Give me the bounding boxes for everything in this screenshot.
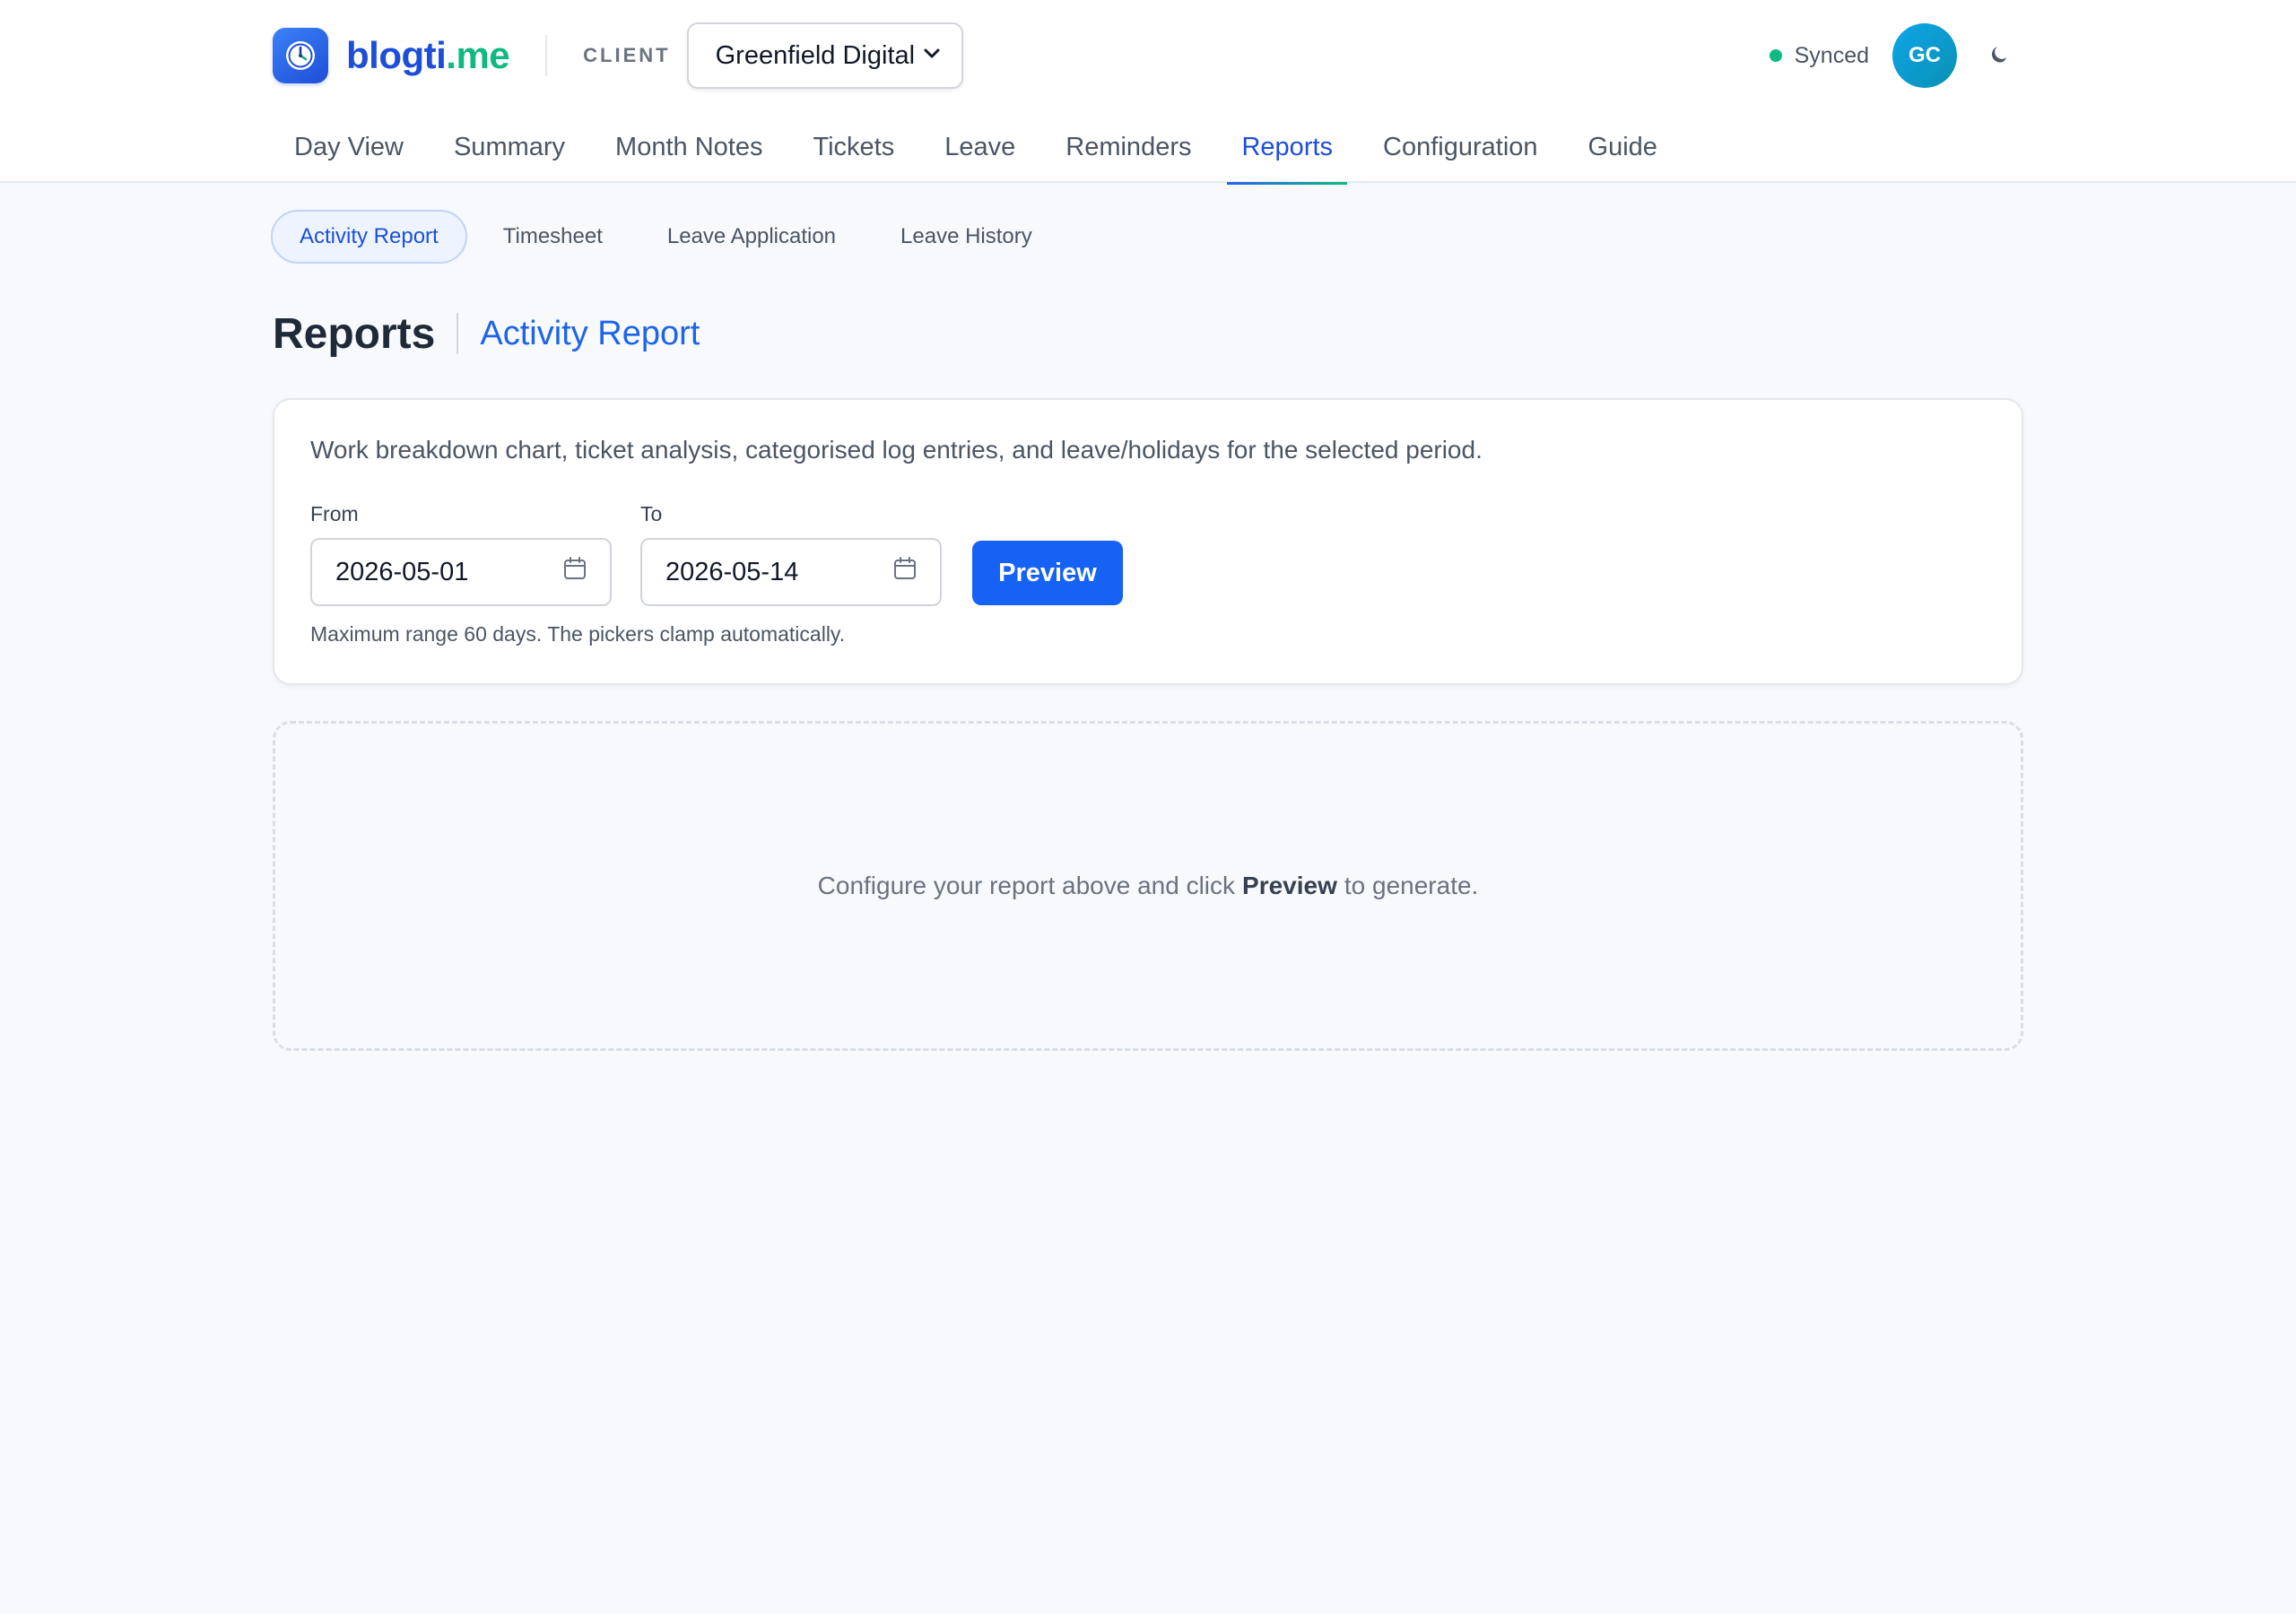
main-nav: Day View Summary Month Notes Tickets Lea… — [273, 111, 1686, 185]
from-date-input[interactable]: 2026-05-01 — [310, 538, 612, 606]
empty-state-action: Preview — [1242, 872, 1337, 899]
empty-state-text-after: to generate. — [1344, 872, 1479, 899]
from-label: From — [310, 502, 359, 525]
client-label: CLIENT — [583, 44, 671, 66]
subtab-leave-application[interactable]: Leave Application — [639, 210, 865, 264]
from-date-value: 2026-05-01 — [335, 557, 469, 586]
clock-icon[interactable] — [273, 28, 328, 83]
status-row: Synced GC — [1769, 23, 2016, 88]
moon-icon[interactable] — [1980, 38, 2016, 74]
brand-logo-text[interactable]: blogti.me — [346, 34, 510, 77]
subtab-activity-report[interactable]: Activity Report — [271, 210, 467, 264]
report-settings-card: Work breakdown chart, ticket analysis, c… — [273, 398, 2023, 685]
calendar-icon[interactable] — [561, 555, 588, 589]
sync-status-text: Synced — [1794, 42, 1869, 68]
page-title-divider — [457, 313, 459, 354]
header-divider — [545, 35, 548, 76]
tab-month-notes[interactable]: Month Notes — [594, 111, 784, 183]
page-subtitle: Activity Report — [480, 314, 700, 352]
page-header: Reports Activity Report — [273, 305, 700, 362]
tab-tickets[interactable]: Tickets — [791, 111, 916, 183]
page-title: Reports — [273, 309, 436, 358]
avatar[interactable]: GC — [1892, 23, 1957, 88]
tab-day-view[interactable]: Day View — [273, 111, 425, 183]
tab-leave[interactable]: Leave — [923, 111, 1037, 183]
preview-button[interactable]: Preview — [972, 541, 1123, 605]
to-date-input[interactable]: 2026-05-14 — [640, 538, 942, 606]
brand-name-primary: blogti — [346, 34, 447, 76]
subtab-timesheet[interactable]: Timesheet — [474, 210, 631, 264]
report-subtabs: Activity Report Timesheet Leave Applicat… — [271, 210, 1068, 264]
calendar-icon[interactable] — [891, 555, 918, 589]
brand-row: blogti.me CLIENT Greenfield Digital — [273, 22, 963, 89]
tab-reports[interactable]: Reports — [1220, 111, 1354, 185]
tab-guide[interactable]: Guide — [1567, 111, 1679, 183]
empty-state-text-before: Configure your report above and click — [817, 872, 1236, 899]
to-label: To — [640, 502, 663, 525]
report-empty-state: Configure your report above and click Pr… — [273, 721, 2023, 1051]
report-description: Work breakdown chart, ticket analysis, c… — [310, 436, 1483, 464]
chevron-down-icon — [922, 41, 942, 71]
brand-name-suffix: .me — [446, 34, 510, 76]
subtab-leave-history[interactable]: Leave History — [872, 210, 1061, 264]
tab-configuration[interactable]: Configuration — [1361, 111, 1560, 183]
client-select-value: Greenfield Digital — [715, 40, 916, 70]
sync-status-dot — [1769, 49, 1782, 62]
top-bar: blogti.me CLIENT Greenfield Digital Sync… — [0, 0, 2296, 185]
to-date-value: 2026-05-14 — [665, 557, 799, 586]
range-hint: Maximum range 60 days. The pickers clamp… — [310, 622, 846, 646]
client-select[interactable]: Greenfield Digital — [686, 22, 963, 89]
tab-reminders[interactable]: Reminders — [1044, 111, 1213, 183]
tab-summary[interactable]: Summary — [432, 111, 587, 183]
